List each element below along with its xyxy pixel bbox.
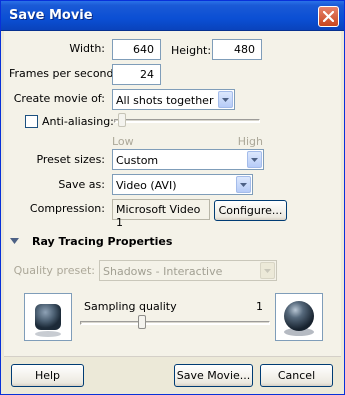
collapse-triangle-icon[interactable] [10,238,19,244]
preset-sizes-select[interactable]: Custom [112,149,264,170]
create-movie-select[interactable]: All shots together [112,89,235,110]
antialiasing-slider-thumb[interactable] [118,113,126,127]
sampling-quality-label: Sampling quality [84,300,177,313]
help-button[interactable]: Help [11,364,84,387]
compression-value: Microsoft Video 1 [112,199,210,229]
height-field[interactable]: 480 [212,39,262,60]
sampling-slider-thumb[interactable] [138,315,146,329]
close-button[interactable] [318,6,339,27]
antialiasing-label: Anti-aliasing: [42,115,114,128]
fps-field[interactable]: 24 [112,64,161,85]
save-as-value: Video (AVI) [116,179,177,192]
compression-label: Compression: [29,202,105,215]
preset-sizes-value: Custom [116,154,159,167]
save-as-select[interactable]: Video (AVI) [112,174,253,195]
create-movie-label: Create movie of: [13,92,105,105]
cancel-button[interactable]: Cancel [260,364,333,387]
sampling-slider-track [80,321,270,325]
high-quality-preview [275,293,323,341]
antialiasing-high-label: High [237,135,263,148]
antialiasing-checkbox[interactable] [25,115,38,128]
save-movie-dialog: Save Movie Width: 640 Height: 480 Frames… [0,0,345,395]
height-label: Height: [171,44,212,57]
preset-sizes-label: Preset sizes: [36,153,105,166]
high-quality-sphere-icon [284,301,314,336]
low-quality-sphere-icon [35,304,61,337]
create-movie-value: All shots together [116,94,214,107]
save-as-label: Save as: [58,178,105,191]
chevron-down-icon[interactable] [236,176,251,193]
antialiasing-slider-track [114,119,260,123]
width-label: Width: [69,42,105,55]
quality-preset-value: Shadows - Interactive [103,265,223,278]
chevron-down-icon[interactable] [247,151,262,168]
chevron-down-icon[interactable] [218,91,233,108]
configure-button[interactable]: Configure... [214,200,287,221]
fps-label: Frames per second: [9,67,118,80]
footer-separator [4,356,341,357]
width-field[interactable]: 640 [112,39,161,60]
low-quality-preview [24,293,72,341]
chevron-down-icon[interactable] [260,262,275,279]
antialiasing-low-label: Low [112,135,134,148]
close-icon [323,11,334,22]
title-bar[interactable]: Save Movie [1,1,344,31]
sampling-quality-value: 1 [256,300,263,313]
save-movie-button[interactable]: Save Movie... [174,364,253,387]
ray-tracing-heading[interactable]: Ray Tracing Properties [32,235,172,248]
quality-preset-select[interactable]: Shadows - Interactive [99,260,277,281]
window-title: Save Movie [9,8,93,23]
quality-preset-label: Quality preset: [13,264,95,277]
